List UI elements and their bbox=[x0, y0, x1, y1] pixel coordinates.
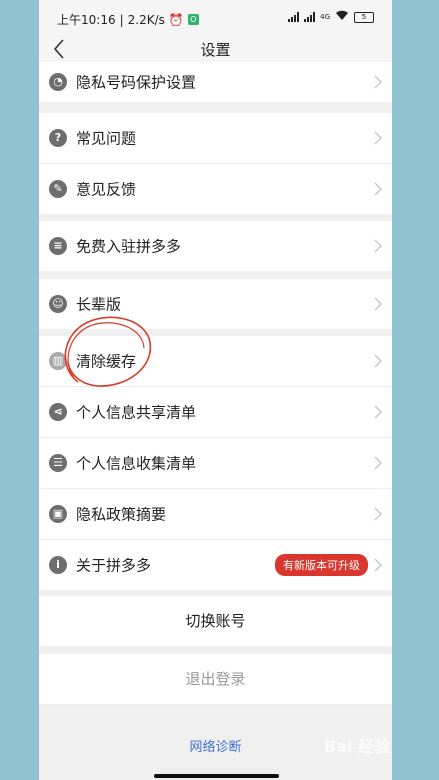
logout-button[interactable]: 退出登录 bbox=[39, 654, 392, 704]
row-label: 意见反馈 bbox=[76, 180, 137, 199]
row-label: 常见问题 bbox=[76, 129, 137, 148]
row-label: 隐私政策摘要 bbox=[76, 505, 167, 524]
page-title: 设置 bbox=[200, 41, 231, 59]
store-icon: ≡ bbox=[49, 237, 67, 255]
row-privacy-number[interactable]: ◔ 隐私号码保护设置 bbox=[39, 62, 392, 102]
settings-group-main: ☺ 长辈版 bbox=[39, 279, 392, 329]
app-notification-icon: O bbox=[187, 14, 199, 25]
row-label: 清除缓存 bbox=[76, 352, 137, 371]
signal-icon bbox=[288, 12, 300, 22]
info-icon: i bbox=[49, 556, 67, 574]
list-icon: ☰ bbox=[49, 454, 67, 472]
row-merchant[interactable]: ≡ 免费入驻拼多多 bbox=[39, 221, 392, 271]
chevron-right-icon bbox=[374, 354, 382, 368]
settings-group-merchant: ≡ 免费入驻拼多多 bbox=[39, 221, 392, 271]
chevron-right-icon bbox=[374, 297, 382, 311]
privacy-shield-icon: ◔ bbox=[49, 73, 67, 91]
lock-icon: ▣ bbox=[49, 505, 67, 523]
row-feedback[interactable]: ✎ 意见反馈 bbox=[39, 164, 392, 214]
share-icon: ⋖ bbox=[49, 403, 67, 421]
row-label: 长辈版 bbox=[76, 295, 122, 314]
row-faq[interactable]: ? 常见问题 bbox=[39, 113, 392, 164]
row-info-collection[interactable]: ☰ 个人信息收集清单 bbox=[39, 438, 392, 489]
question-icon: ? bbox=[49, 129, 67, 147]
settings-group-help: ? 常见问题 ✎ 意见反馈 bbox=[39, 113, 392, 214]
baidu-watermark-logo: Bai 经验 bbox=[324, 737, 391, 756]
status-separator: | bbox=[119, 12, 124, 27]
phone-screen: 上午10:16 | 2.2K/s ⏰ O 4G 5 设置 ◔ 隐私号码保护设置 bbox=[39, 0, 392, 780]
row-about[interactable]: i 关于拼多多 有新版本可升级 bbox=[39, 540, 392, 590]
alarm-icon: ⏰ bbox=[168, 12, 184, 27]
row-elder-mode[interactable]: ☺ 长辈版 bbox=[39, 279, 392, 329]
settings-group-privacy: ◔ 隐私号码保护设置 bbox=[39, 62, 392, 102]
trash-icon: ▥ bbox=[49, 352, 67, 370]
row-label: 关于拼多多 bbox=[76, 556, 152, 575]
row-label: 隐私号码保护设置 bbox=[76, 73, 197, 92]
wifi-icon bbox=[335, 10, 349, 24]
row-privacy-summary[interactable]: ▣ 隐私政策摘要 bbox=[39, 489, 392, 540]
chevron-right-icon bbox=[374, 405, 382, 419]
pencil-icon: ✎ bbox=[49, 180, 67, 198]
status-right: 4G 5 bbox=[288, 10, 374, 24]
row-info-sharing[interactable]: ⋖ 个人信息共享清单 bbox=[39, 387, 392, 438]
status-bar: 上午10:16 | 2.2K/s ⏰ O 4G 5 bbox=[39, 0, 392, 34]
status-time: 上午10:16 bbox=[57, 13, 116, 27]
battery-icon: 5 bbox=[354, 11, 374, 23]
signal-icon-2 bbox=[304, 12, 316, 22]
row-clear-cache[interactable]: ▥ 清除缓存 bbox=[39, 336, 392, 387]
row-label: 免费入驻拼多多 bbox=[76, 237, 182, 256]
chevron-right-icon bbox=[374, 182, 382, 196]
chevron-right-icon bbox=[374, 239, 382, 253]
chevron-right-icon bbox=[374, 507, 382, 521]
update-available-badge: 有新版本可升级 bbox=[275, 554, 368, 576]
elder-person-icon: ☺ bbox=[49, 295, 67, 313]
chevron-right-icon bbox=[374, 456, 382, 470]
status-speed: 2.2K/s bbox=[127, 12, 165, 27]
row-label: 个人信息收集清单 bbox=[76, 454, 197, 473]
row-label: 个人信息共享清单 bbox=[76, 403, 197, 422]
home-indicator[interactable] bbox=[154, 774, 279, 778]
network-type-label: 4G bbox=[320, 13, 330, 21]
chevron-right-icon bbox=[374, 558, 382, 572]
nav-bar: 设置 bbox=[39, 34, 392, 62]
switch-account-button[interactable]: 切换账号 bbox=[39, 596, 392, 646]
chevron-right-icon bbox=[374, 131, 382, 145]
status-left: 上午10:16 | 2.2K/s ⏰ O bbox=[57, 11, 199, 28]
settings-group-data: ▥ 清除缓存 ⋖ 个人信息共享清单 ☰ 个人信息收集清单 ▣ 隐私政策摘要 i … bbox=[39, 336, 392, 590]
chevron-right-icon bbox=[374, 75, 382, 89]
